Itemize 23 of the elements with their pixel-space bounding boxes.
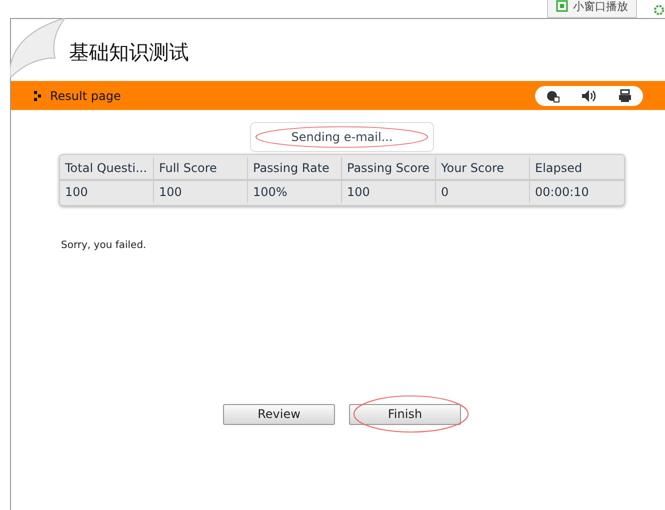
- column-header: Full Score: [154, 157, 248, 179]
- column-header: Passing Rate: [248, 157, 342, 179]
- table-cell: 100%: [248, 181, 342, 203]
- status-message: Sending e-mail...: [250, 122, 434, 152]
- table-cell: 100: [154, 181, 248, 203]
- column-header: Total Questi...: [60, 157, 154, 179]
- action-button[interactable]: Review: [223, 404, 335, 424]
- table-cell-text: 00:00:10: [534, 184, 590, 201]
- window-icon: [556, 0, 568, 12]
- table-cell: 100: [60, 181, 154, 203]
- print-icon[interactable]: [618, 88, 632, 102]
- result-message: Sorry, you failed.: [61, 240, 148, 251]
- table-cell: 100: [342, 181, 436, 203]
- bar-label: Result page: [50, 88, 121, 102]
- bullet-icon: [34, 90, 42, 100]
- speaker-icon[interactable]: [580, 88, 597, 102]
- table-cell: 0: [436, 181, 530, 203]
- mini-window-tab[interactable]: 小窗口播放: [547, 0, 637, 18]
- action-button[interactable]: Finish: [349, 404, 461, 424]
- column-header: Elapsed: [534, 160, 584, 177]
- column-header: Your Score: [436, 157, 530, 179]
- page-title: 基础知识测试: [69, 39, 189, 66]
- column-header: Passing Score: [342, 157, 436, 179]
